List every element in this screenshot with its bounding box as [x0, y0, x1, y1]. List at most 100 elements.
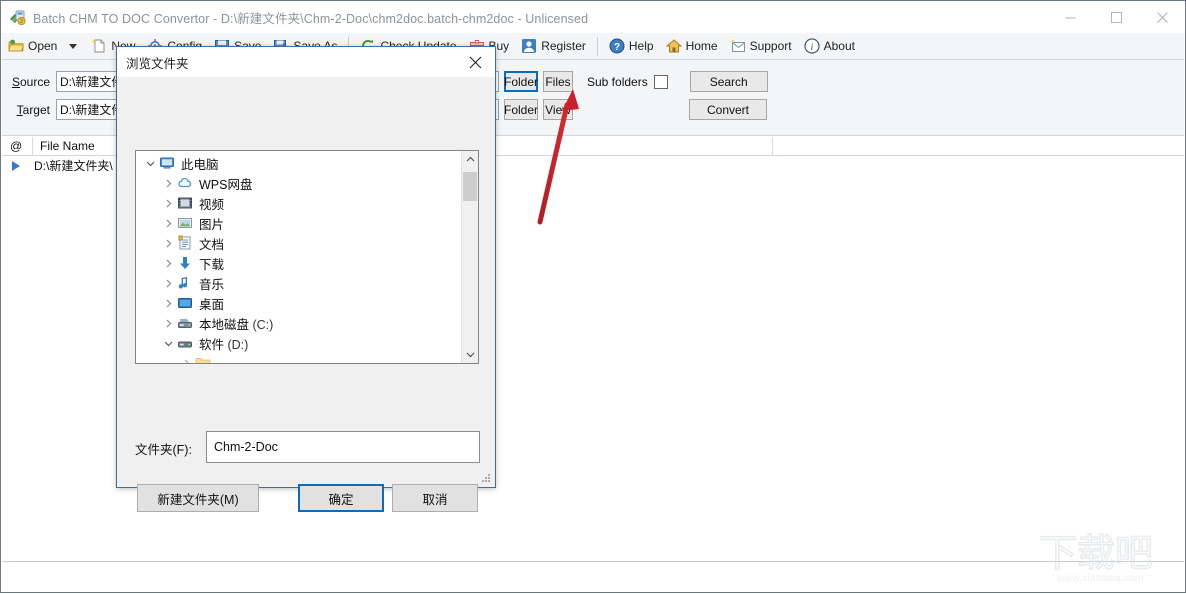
chevron-down-icon[interactable]: [160, 339, 177, 348]
search-button[interactable]: Search: [689, 71, 768, 92]
watermark-url: www.xiazaiba.com: [1056, 572, 1144, 584]
dialog-title: 浏览文件夹: [126, 56, 189, 71]
column-header-file-name[interactable]: File Name: [40, 139, 95, 153]
tree-item-music[interactable]: 音乐: [136, 273, 224, 293]
source-files-button[interactable]: Files: [543, 71, 573, 92]
tree-item-label: 桌面: [199, 297, 225, 312]
home-icon: [665, 38, 682, 54]
dialog-close-button[interactable]: [455, 47, 495, 77]
toolbar-help-label: Help: [628, 39, 654, 53]
tree-item-videos[interactable]: 视频: [136, 193, 224, 213]
chevron-right-icon[interactable]: [160, 279, 177, 288]
dialog-title-bar: 浏览文件夹: [117, 47, 495, 77]
chevron-down-icon[interactable]: [142, 159, 159, 168]
file-name-cell: D:\新建文件夹\: [34, 159, 113, 173]
watermark-text: 下载吧: [1039, 533, 1153, 575]
toolbar-about[interactable]: i About: [799, 34, 860, 59]
folder-tree[interactable]: 此电脑 WPS网盘 视频 图片 文档 下载 音乐 桌面 本地磁盘 (C:) 软件…: [135, 150, 479, 364]
toolbar-register[interactable]: Register: [516, 34, 591, 59]
toolbar-register-label: Register: [541, 39, 586, 53]
tree-item-desktop[interactable]: 桌面: [136, 293, 224, 313]
minimize-button[interactable]: [1047, 1, 1093, 33]
scrollbar-thumb[interactable]: [463, 172, 477, 201]
app-icon: 2: [9, 9, 26, 26]
tree-item-downloads[interactable]: 下载: [136, 253, 224, 273]
chevron-down-icon[interactable]: [69, 43, 78, 49]
chevron-right-icon[interactable]: [160, 179, 177, 188]
tree-item-software-d[interactable]: 软件 (D:): [136, 333, 248, 353]
tree-item-label: 图片: [199, 217, 225, 232]
window-title: Batch CHM TO DOC Convertor - D:\新建文件夹\Ch…: [33, 11, 589, 26]
target-label: Target: [16, 102, 50, 117]
chevron-right-icon[interactable]: [160, 239, 177, 248]
close-button[interactable]: [1139, 1, 1185, 33]
desktop-icon: [177, 295, 193, 311]
sub-folders-checkbox[interactable]: [653, 74, 668, 89]
tree-item-label: 视频: [199, 197, 225, 212]
tree-vertical-scrollbar[interactable]: [461, 151, 478, 363]
computer-icon: [159, 155, 175, 171]
tree-item-label: 音乐: [199, 277, 225, 292]
toolbar-support-label: Support: [749, 39, 792, 53]
sub-folders-label: Sub folders: [587, 74, 648, 89]
mail-icon: [730, 38, 746, 54]
new-document-icon: [91, 38, 107, 54]
column-divider-1[interactable]: [32, 137, 33, 156]
scroll-down-button[interactable]: [462, 346, 478, 363]
tree-item-label: 文档: [199, 237, 225, 252]
tree-item-label: 本地磁盘 (C:): [199, 317, 274, 332]
tree-item-pictures[interactable]: 图片: [136, 213, 224, 233]
chevron-right-icon[interactable]: [178, 359, 195, 363]
tree-item-this-pc[interactable]: 此电脑: [136, 153, 219, 173]
cloud-icon: [177, 175, 193, 191]
tree-item-local-disk-c[interactable]: 本地磁盘 (C:): [136, 313, 273, 333]
table-row[interactable]: D:\新建文件夹\: [2, 156, 113, 175]
tree-item-label: WPS网盘: [199, 177, 253, 192]
toolbar-open[interactable]: Open: [3, 34, 62, 59]
convert-button[interactable]: Convert: [689, 99, 767, 120]
column-divider-2[interactable]: [772, 137, 773, 156]
resize-grip-icon[interactable]: [481, 474, 491, 484]
dialog-message-area: [118, 77, 494, 150]
folder-name-label: 文件夹(F):: [135, 443, 192, 457]
target-folder-button[interactable]: Folder: [504, 99, 538, 120]
tree-item-label: 此电脑: [181, 157, 219, 172]
folder-name-input[interactable]: Chm-2-Doc: [206, 431, 480, 463]
open-folder-icon: [8, 38, 24, 54]
source-folder-button[interactable]: Folder: [504, 71, 538, 92]
play-marker-icon: [12, 160, 20, 171]
svg-text:2: 2: [20, 19, 23, 25]
chevron-right-icon[interactable]: [160, 199, 177, 208]
chevron-right-icon[interactable]: [160, 299, 177, 308]
status-bar: [2, 561, 1184, 591]
column-header-marker[interactable]: @: [10, 139, 22, 153]
svg-text:i: i: [810, 43, 813, 53]
scroll-up-button[interactable]: [462, 151, 478, 168]
ok-button[interactable]: 确定: [298, 484, 384, 512]
document-icon: [177, 235, 193, 251]
chevron-right-icon[interactable]: [160, 319, 177, 328]
new-folder-button[interactable]: 新建文件夹(M): [137, 484, 259, 512]
target-view-button[interactable]: View: [543, 99, 573, 120]
browse-folder-dialog: 浏览文件夹 此电脑 WPS网盘 视频 图片 文档 下载 音乐 桌面 本地磁盘 (…: [116, 46, 496, 512]
site-watermark: 下载吧 www.xiazaiba.com: [1035, 530, 1175, 586]
toolbar-home[interactable]: Home: [661, 34, 723, 59]
toolbar-help[interactable]: ? Help: [604, 34, 659, 59]
toolbar-support[interactable]: Support: [725, 34, 797, 59]
source-label: Source: [11, 74, 50, 89]
chevron-right-icon[interactable]: [160, 259, 177, 268]
chevron-right-icon[interactable]: [160, 219, 177, 228]
cancel-button[interactable]: 取消: [392, 484, 478, 512]
tree-item-documents[interactable]: 文档: [136, 233, 224, 253]
toolbar-separator-2: [596, 36, 598, 56]
user-icon: [521, 38, 537, 54]
tree-item-folder-partial[interactable]: [136, 353, 217, 363]
folder-icon: [195, 355, 211, 363]
picture-icon: [177, 215, 193, 231]
tree-item-wps-cloud[interactable]: WPS网盘: [136, 173, 252, 193]
download-icon: [177, 255, 193, 271]
window-controls: [1047, 1, 1185, 33]
maximize-button[interactable]: [1093, 1, 1139, 33]
info-icon: i: [804, 38, 820, 54]
toolbar-open-label: Open: [28, 39, 58, 53]
